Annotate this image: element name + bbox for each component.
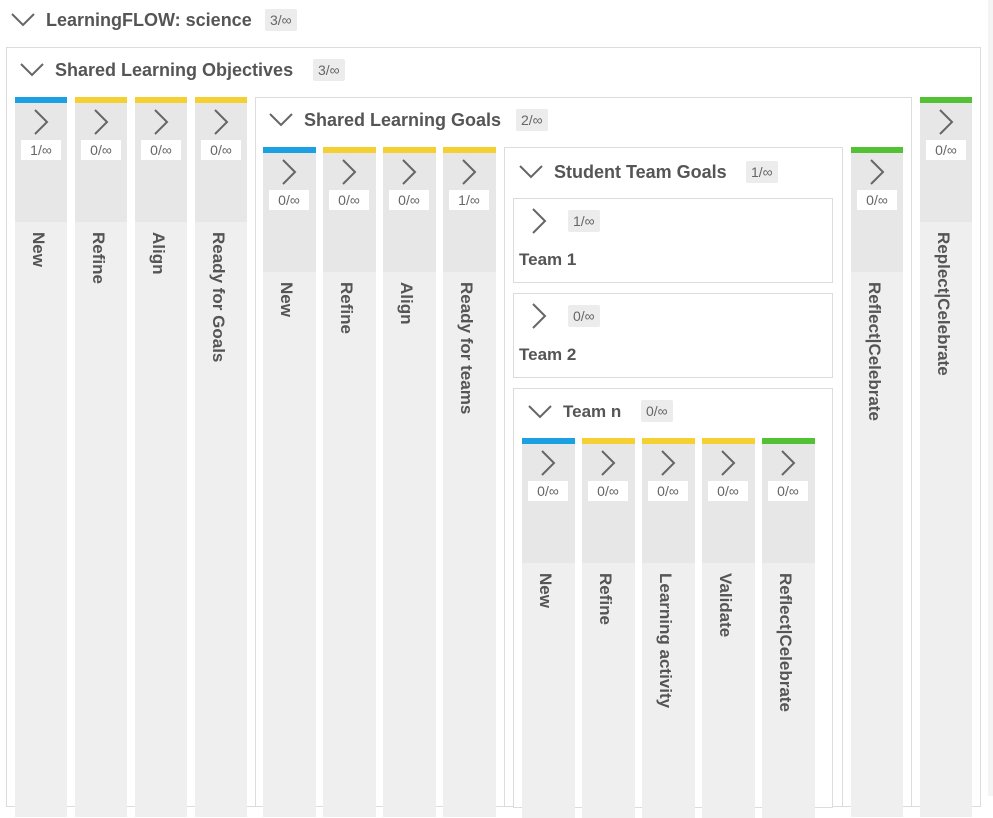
column-count: 0/∞ — [708, 481, 748, 501]
chevron-right-icon[interactable] — [600, 449, 616, 477]
team-n-column-new[interactable]: 0/∞ New — [522, 438, 575, 818]
column-label: Refine — [89, 232, 108, 284]
column-count: 0/∞ — [389, 190, 429, 210]
team-row[interactable] — [513, 198, 833, 283]
chevron-down-icon[interactable] — [518, 164, 544, 180]
goals-column-refine[interactable]: 0/∞ Refine — [323, 147, 376, 817]
scrollbar[interactable] — [988, 0, 993, 796]
team-n-column-reflect-celebrate[interactable]: 0/∞ Reflect|Celebrate — [762, 438, 815, 818]
chevron-right-icon[interactable] — [780, 449, 796, 477]
team-n-column-validate[interactable]: 0/∞ Validate — [702, 438, 755, 818]
goals-column-align[interactable]: 0/∞ Align — [383, 147, 436, 817]
chevron-right-icon[interactable] — [540, 449, 556, 477]
chevron-down-icon[interactable] — [19, 62, 45, 78]
column-count: 0/∞ — [141, 140, 181, 160]
column-label: Refine — [596, 573, 615, 625]
column-count: 0/∞ — [857, 190, 897, 210]
column-count: 0/∞ — [926, 140, 966, 160]
chevron-right-icon[interactable] — [531, 302, 547, 330]
chevron-down-icon[interactable] — [527, 404, 553, 420]
goals-column-new[interactable]: 0/∞ New — [263, 147, 316, 817]
chevron-right-icon[interactable] — [341, 158, 357, 186]
chevron-down-icon[interactable] — [10, 12, 36, 28]
team-n-column-learning-activity[interactable]: 0/∞ Learning activity — [642, 438, 695, 818]
column-count: 0/∞ — [201, 140, 241, 160]
column-count: 0/∞ — [81, 140, 121, 160]
column-count: 0/∞ — [648, 481, 688, 501]
goals-count-badge: 2/∞ — [516, 109, 548, 131]
column-count: 0/∞ — [588, 481, 628, 501]
column-label: Align — [149, 232, 168, 275]
column-count: 1/∞ — [21, 140, 61, 160]
column-label: Replect|Celebrate — [934, 232, 953, 376]
team-n-column-refine[interactable]: 0/∞ Refine — [582, 438, 635, 818]
chevron-right-icon[interactable] — [938, 108, 954, 136]
column-label: New — [536, 573, 555, 608]
column-replect-celebrate[interactable]: 0/∞ Replect|Celebrate — [920, 97, 972, 817]
chevron-right-icon[interactable] — [33, 108, 49, 136]
column-label: Ready for Goals — [209, 232, 228, 363]
objectives-title: Shared Learning Objectives — [55, 60, 294, 80]
team-n-title: Team n — [563, 402, 622, 421]
student-team-goals-count-badge: 1/∞ — [746, 161, 778, 183]
column-new[interactable]: 1/∞ New — [15, 97, 67, 817]
goals-column-reflect-celebrate[interactable]: 0/∞ Reflect|Celebrate — [851, 147, 903, 817]
column-count: 0/∞ — [329, 190, 369, 210]
team-name: Team 2 — [519, 345, 577, 364]
column-refine[interactable]: 0/∞ Refine — [75, 97, 127, 817]
column-count: 0/∞ — [269, 190, 309, 210]
chevron-down-icon[interactable] — [268, 112, 294, 128]
goals-title: Shared Learning Goals — [304, 110, 502, 130]
column-label: Reflect|Celebrate — [865, 282, 884, 421]
team-name: Team 1 — [519, 250, 577, 269]
chevron-right-icon[interactable] — [401, 158, 417, 186]
chevron-right-icon[interactable] — [461, 158, 477, 186]
chevron-right-icon[interactable] — [869, 158, 885, 186]
column-label: Align — [397, 282, 416, 325]
column-label: Ready for teams — [457, 282, 476, 415]
goals-column-ready-for-teams[interactable]: 1/∞ Ready for teams — [443, 147, 496, 817]
team-n-count-badge: 0/∞ — [641, 400, 673, 422]
team-count-badge: 1/∞ — [568, 210, 600, 232]
column-count: 0/∞ — [768, 481, 808, 501]
chevron-right-icon[interactable] — [720, 449, 736, 477]
team-row[interactable] — [513, 293, 833, 378]
chevron-right-icon[interactable] — [660, 449, 676, 477]
board-count-badge: 3/∞ — [265, 9, 297, 31]
chevron-right-icon[interactable] — [153, 108, 169, 136]
column-label: Learning activity — [656, 573, 675, 709]
column-count: 1/∞ — [449, 190, 489, 210]
column-label: Reflect|Celebrate — [776, 573, 795, 712]
team-count-badge: 0/∞ — [568, 305, 600, 327]
board-title: LearningFLOW: science — [46, 10, 252, 30]
chevron-right-icon[interactable] — [93, 108, 109, 136]
chevron-right-icon[interactable] — [281, 158, 297, 186]
column-count: 0/∞ — [528, 481, 568, 501]
column-label: New — [277, 282, 296, 317]
column-label: Validate — [716, 573, 735, 638]
student-team-goals-title: Student Team Goals — [554, 162, 727, 182]
column-label: Refine — [337, 282, 356, 334]
column-ready-for-goals[interactable]: 0/∞ Ready for Goals — [195, 97, 247, 817]
objectives-count-badge: 3/∞ — [313, 59, 345, 81]
column-align[interactable]: 0/∞ Align — [135, 97, 187, 817]
chevron-right-icon[interactable] — [531, 207, 547, 235]
column-label: New — [29, 232, 48, 267]
chevron-right-icon[interactable] — [213, 108, 229, 136]
